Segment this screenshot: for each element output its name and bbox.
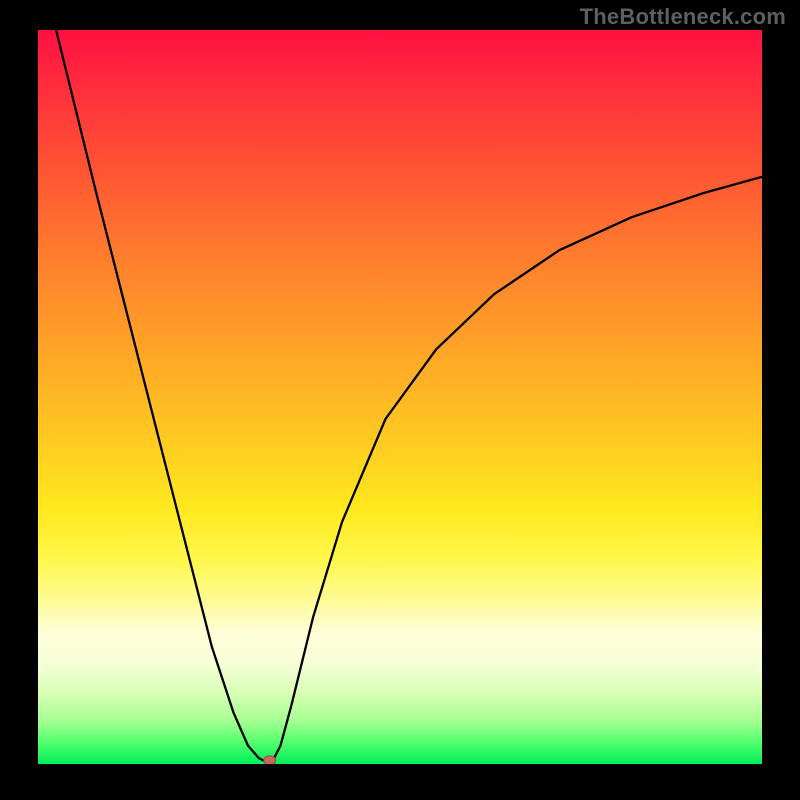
plot-area [38, 30, 762, 764]
minimum-marker [264, 756, 276, 764]
bottleneck-curve [38, 30, 762, 762]
curve-svg [38, 30, 762, 764]
chart-frame: TheBottleneck.com [0, 0, 800, 800]
watermark-text: TheBottleneck.com [580, 4, 786, 30]
